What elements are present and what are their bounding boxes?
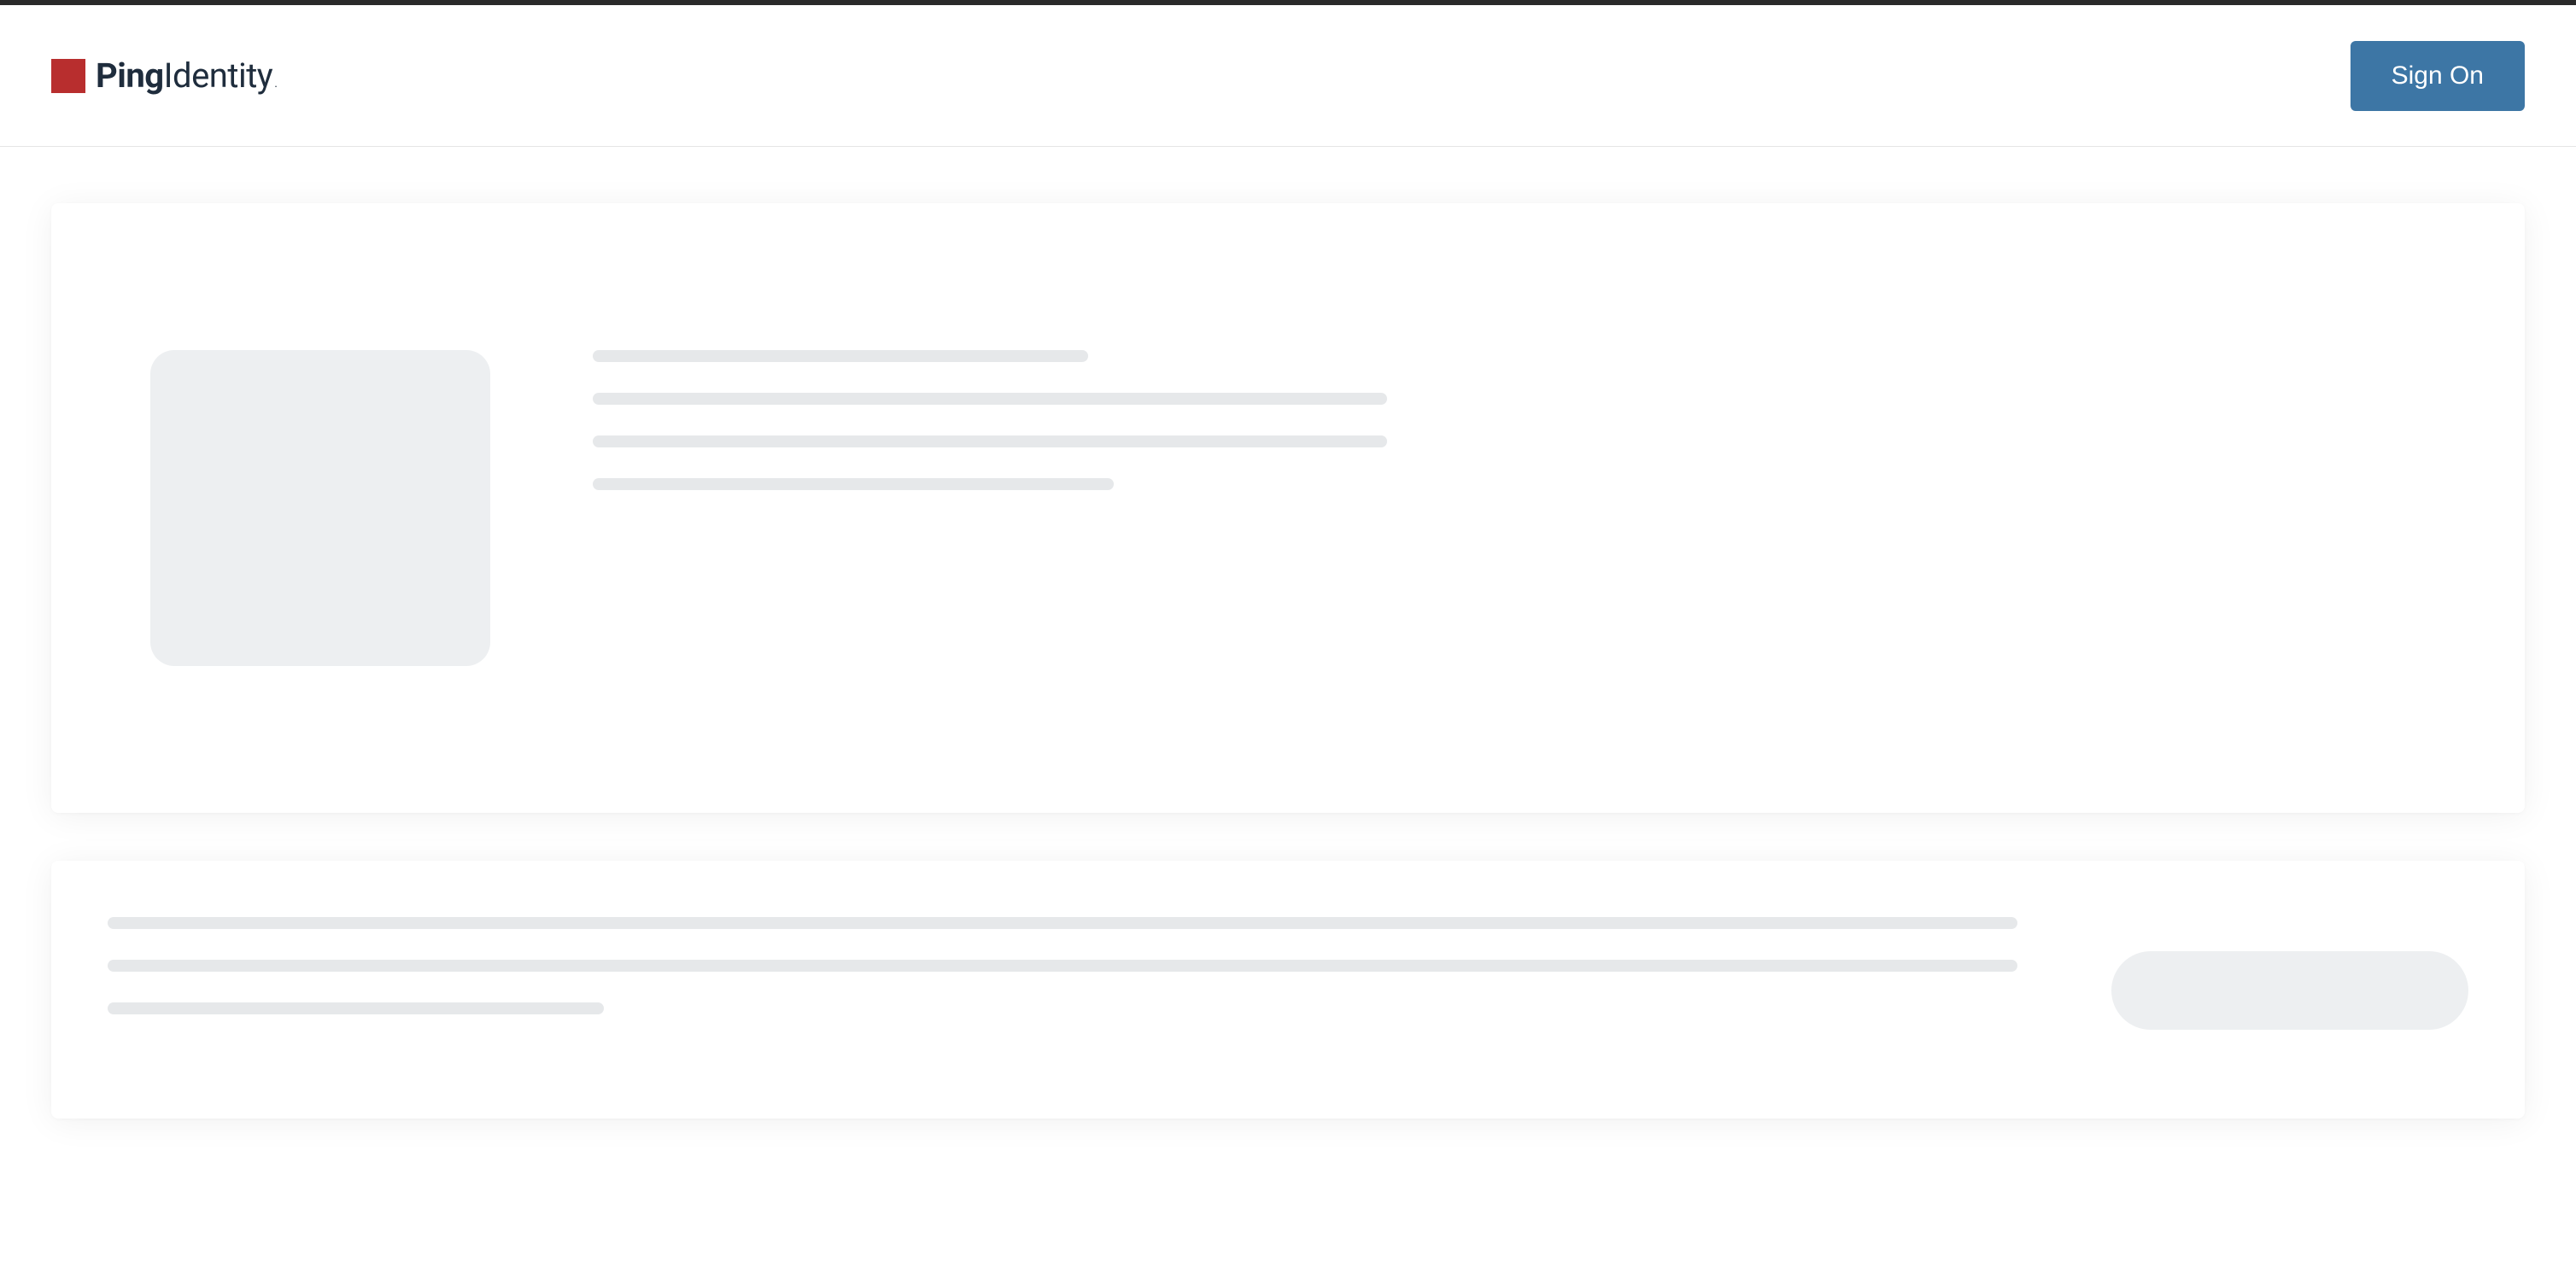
brand-logo[interactable]: PingIdentity. [51,56,277,96]
skeleton-line [108,960,2017,972]
brand-name-rest: Identity [164,56,273,96]
sign-on-button[interactable]: Sign On [2351,41,2525,111]
secondary-card-skeleton [51,861,2525,1119]
skeleton-text-block [108,917,2017,1014]
skeleton-button-placeholder [2111,951,2468,1030]
brand-name-dot: . [274,77,277,91]
brand-name-bold: Ping [96,56,164,96]
skeleton-image-placeholder [150,350,490,666]
brand-logo-text: PingIdentity. [96,56,277,96]
site-header: PingIdentity. Sign On [0,5,2576,147]
brand-logo-icon [51,59,85,93]
skeleton-line [593,478,1114,490]
skeleton-line [108,1002,604,1014]
hero-card-skeleton [51,203,2525,813]
skeleton-line [593,435,1387,447]
main-content [0,147,2576,1119]
skeleton-line [593,350,1088,362]
skeleton-line [593,393,1387,405]
skeleton-text-block [593,350,2474,490]
skeleton-line [108,917,2017,929]
